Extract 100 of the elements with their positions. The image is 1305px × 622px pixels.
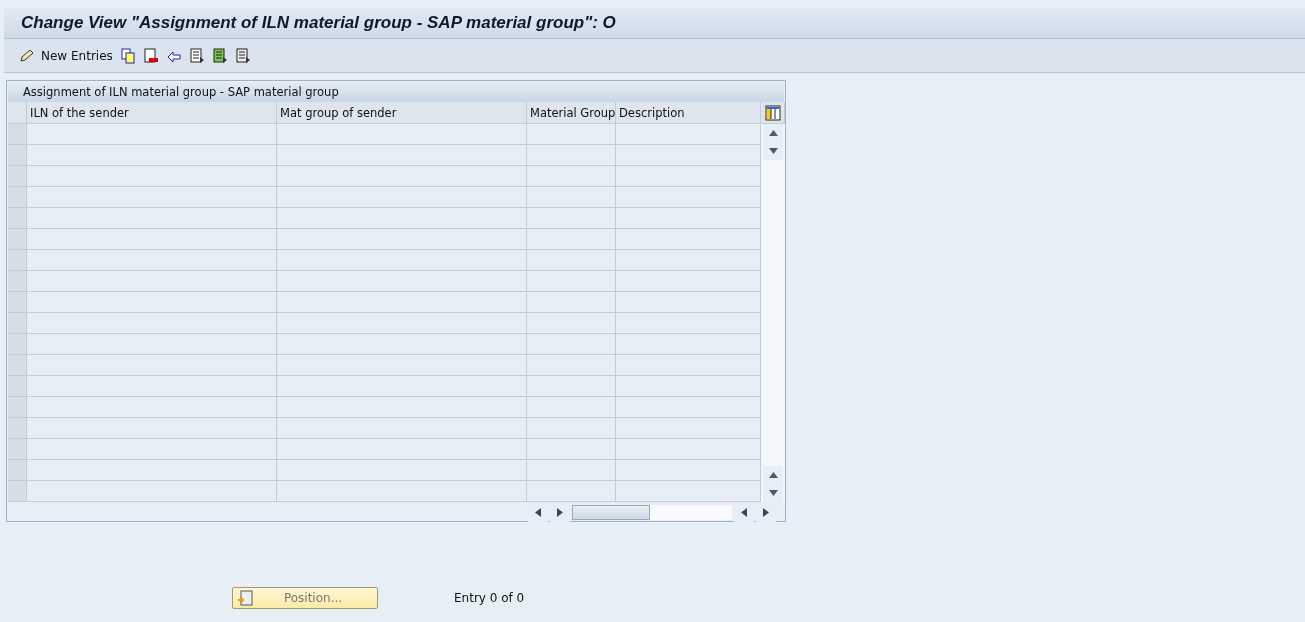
table-cell[interactable]: [527, 481, 616, 502]
row-selector[interactable]: [8, 250, 27, 271]
table-cell[interactable]: [527, 250, 616, 271]
table-cell[interactable]: [616, 187, 761, 208]
row-selector[interactable]: [8, 187, 27, 208]
table-cell[interactable]: [27, 124, 277, 145]
table-cell[interactable]: [277, 208, 527, 229]
horizontal-scrollbar[interactable]: [572, 505, 732, 520]
table-cell[interactable]: [616, 439, 761, 460]
row-selector[interactable]: [8, 439, 27, 460]
scroll-thumb[interactable]: [572, 505, 650, 520]
table-cell[interactable]: [277, 355, 527, 376]
table-cell[interactable]: [27, 460, 277, 481]
table-cell[interactable]: [527, 460, 616, 481]
table-cell[interactable]: [527, 313, 616, 334]
new-entries-button[interactable]: New Entries: [41, 45, 113, 66]
table-cell[interactable]: [616, 397, 761, 418]
row-selector[interactable]: [8, 418, 27, 439]
row-selector[interactable]: [8, 208, 27, 229]
table-cell[interactable]: [27, 334, 277, 355]
table-cell[interactable]: [27, 313, 277, 334]
table-cell[interactable]: [27, 250, 277, 271]
table-cell[interactable]: [527, 418, 616, 439]
table-cell[interactable]: [27, 271, 277, 292]
row-selector[interactable]: [8, 229, 27, 250]
table-cell[interactable]: [616, 208, 761, 229]
row-selector[interactable]: [8, 166, 27, 187]
copy-icon[interactable]: [119, 47, 136, 64]
table-cell[interactable]: [527, 397, 616, 418]
table-cell[interactable]: [616, 460, 761, 481]
table-cell[interactable]: [616, 313, 761, 334]
table-cell[interactable]: [27, 187, 277, 208]
column-header[interactable]: Material Group: [527, 102, 616, 124]
table-cell[interactable]: [27, 397, 277, 418]
table-cell[interactable]: [616, 250, 761, 271]
table-cell[interactable]: [27, 229, 277, 250]
table-cell[interactable]: [277, 271, 527, 292]
table-settings-button[interactable]: [761, 102, 785, 124]
table-cell[interactable]: [277, 334, 527, 355]
vertical-scrollbar[interactable]: [761, 124, 785, 502]
table-cell[interactable]: [616, 481, 761, 502]
table-cell[interactable]: [27, 439, 277, 460]
table-cell[interactable]: [277, 187, 527, 208]
table-cell[interactable]: [616, 124, 761, 145]
table-cell[interactable]: [277, 397, 527, 418]
table-cell[interactable]: [616, 334, 761, 355]
column-header[interactable]: ILN of the sender: [27, 102, 277, 124]
scroll-up-button[interactable]: [763, 466, 783, 484]
row-selector[interactable]: [8, 292, 27, 313]
position-button[interactable]: Position...: [232, 587, 378, 609]
scroll-down-button[interactable]: [763, 142, 783, 160]
table-cell[interactable]: [27, 418, 277, 439]
row-selector[interactable]: [8, 124, 27, 145]
table-cell[interactable]: [527, 229, 616, 250]
column-header[interactable]: Mat group of sender: [277, 102, 527, 124]
table-cell[interactable]: [616, 376, 761, 397]
table-cell[interactable]: [27, 166, 277, 187]
table-cell[interactable]: [277, 481, 527, 502]
table-cell[interactable]: [27, 292, 277, 313]
table-cell[interactable]: [277, 292, 527, 313]
table-cell[interactable]: [27, 145, 277, 166]
row-selector[interactable]: [8, 334, 27, 355]
table-cell[interactable]: [277, 418, 527, 439]
row-selector[interactable]: [8, 460, 27, 481]
table-cell[interactable]: [527, 271, 616, 292]
table-cell[interactable]: [277, 229, 527, 250]
table-cell[interactable]: [277, 250, 527, 271]
pencil-icon[interactable]: [18, 47, 34, 64]
table-cell[interactable]: [616, 292, 761, 313]
table-cell[interactable]: [616, 145, 761, 166]
table-cell[interactable]: [277, 124, 527, 145]
table-cell[interactable]: [527, 124, 616, 145]
table-cell[interactable]: [527, 334, 616, 355]
table-cell[interactable]: [277, 313, 527, 334]
delete-icon[interactable]: [142, 47, 159, 64]
table-cell[interactable]: [277, 145, 527, 166]
table-cell[interactable]: [27, 481, 277, 502]
table-cell[interactable]: [616, 355, 761, 376]
table-cell[interactable]: [616, 166, 761, 187]
table-cell[interactable]: [527, 208, 616, 229]
column-header[interactable]: Description: [616, 102, 761, 124]
table-cell[interactable]: [527, 376, 616, 397]
table-cell[interactable]: [27, 355, 277, 376]
table-cell[interactable]: [616, 418, 761, 439]
table-cell[interactable]: [527, 145, 616, 166]
table-cell[interactable]: [277, 439, 527, 460]
table-cell[interactable]: [527, 187, 616, 208]
table-cell[interactable]: [527, 166, 616, 187]
table-cell[interactable]: [527, 439, 616, 460]
table-cell[interactable]: [616, 271, 761, 292]
table-cell[interactable]: [27, 208, 277, 229]
row-selector[interactable]: [8, 355, 27, 376]
table-cell[interactable]: [27, 376, 277, 397]
table-cell[interactable]: [277, 166, 527, 187]
row-selector[interactable]: [8, 481, 27, 502]
row-selector[interactable]: [8, 271, 27, 292]
row-selector[interactable]: [8, 313, 27, 334]
row-selector[interactable]: [8, 397, 27, 418]
row-selector[interactable]: [8, 145, 27, 166]
table-cell[interactable]: [527, 355, 616, 376]
